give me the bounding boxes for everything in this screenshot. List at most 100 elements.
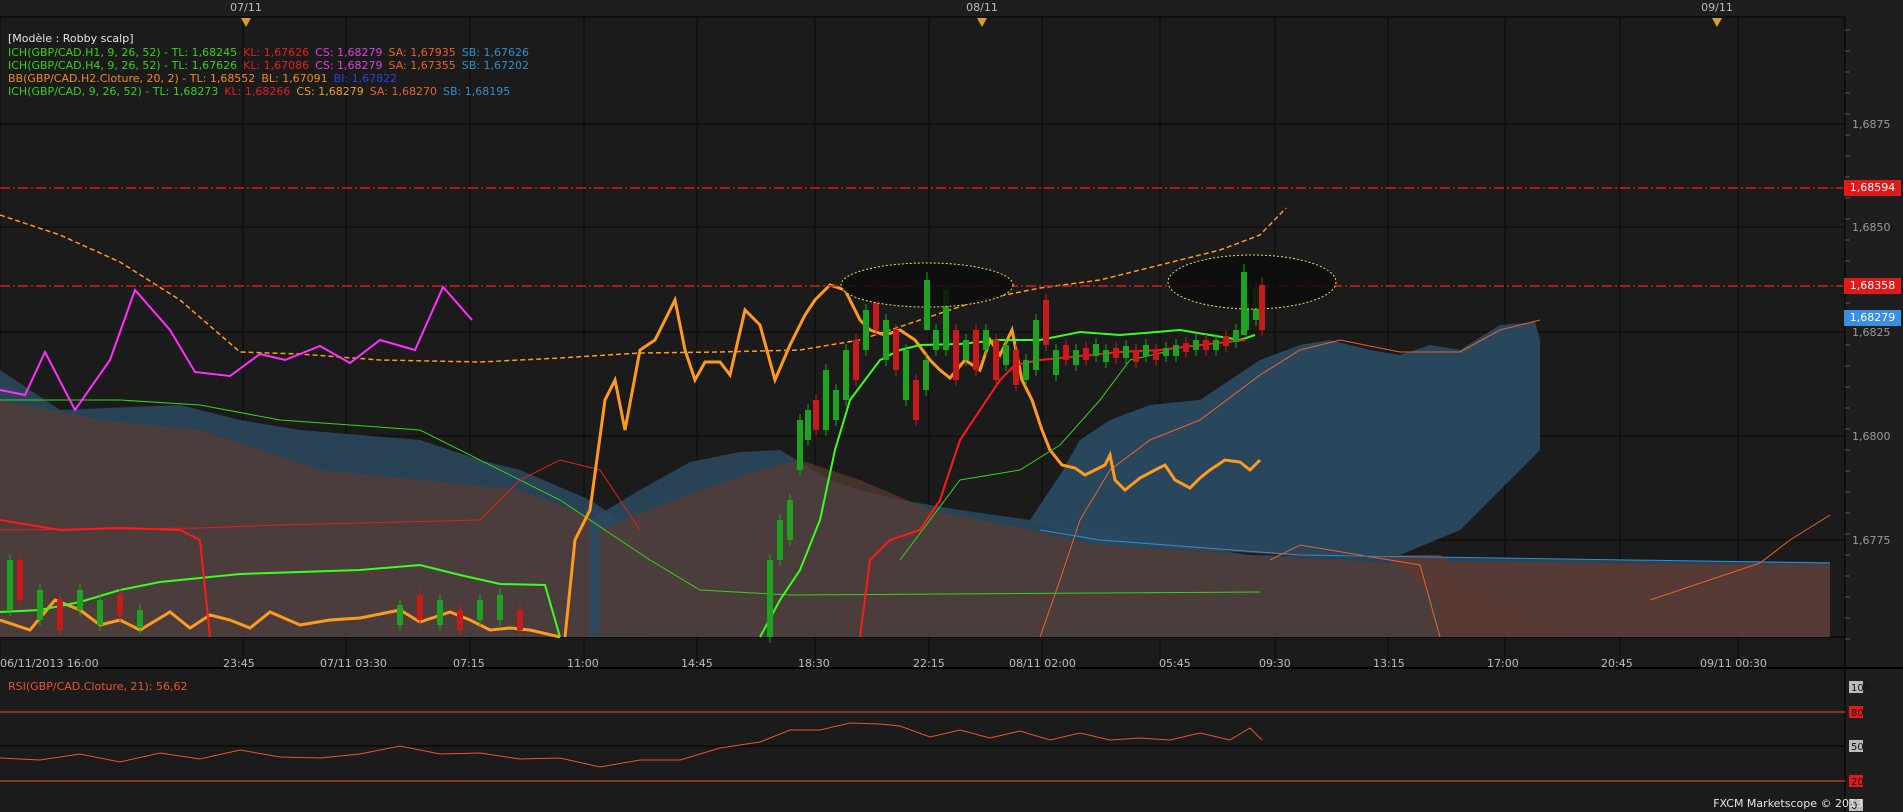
legend-value: CS: 1,68279 — [296, 85, 364, 98]
candle-body — [1033, 320, 1039, 370]
rsi-level-label: 50 — [1851, 742, 1864, 753]
candle-body — [1093, 344, 1099, 356]
time-tick-label: 22:15 — [913, 657, 945, 670]
chart-background — [0, 0, 1903, 812]
candle-body — [1259, 285, 1265, 330]
time-tick-label: 08/11 02:00 — [1009, 657, 1076, 670]
candle-body — [137, 610, 143, 628]
legend-value: KL: 1,67086 — [243, 59, 310, 72]
candle-body — [787, 500, 793, 540]
indicator-legend-row[interactable]: ICH(GBP/CAD.H1, 9, 26, 52) - TL: 1,68245… — [8, 46, 535, 59]
candle-body — [1143, 345, 1149, 356]
candle-body — [913, 380, 919, 420]
legend-value: SA: 1,67355 — [388, 59, 456, 72]
candle-body — [953, 330, 959, 380]
legend-value: ICH(GBP/CAD.H4, 9, 26, 52) - TL: 1,67626 — [8, 59, 238, 72]
time-tick-label: 17:00 — [1487, 657, 1519, 670]
current-price-marker: 1,68279 — [1844, 310, 1901, 326]
candle-body — [983, 330, 989, 350]
price-tick-label: 1,6800 — [1852, 430, 1891, 443]
legend-value: KL: 1,68266 — [224, 85, 291, 98]
legend-value: SA: 1,67935 — [388, 46, 456, 59]
candle-body — [1013, 350, 1019, 385]
candle-body — [993, 340, 999, 380]
candle-body — [77, 590, 83, 610]
candle-body — [883, 320, 889, 360]
legend-value: BB(GBP/CAD.H2.Cloture, 20, 2) - TL: 1,68… — [8, 72, 256, 85]
time-tick-label: 18:30 — [798, 657, 830, 670]
candle-body — [933, 330, 939, 350]
candle-body — [1103, 350, 1109, 362]
candle-body — [1123, 346, 1129, 358]
candle-body — [477, 600, 483, 620]
candle-body — [1223, 336, 1229, 346]
candle-body — [497, 595, 503, 620]
candle-body — [924, 280, 930, 330]
candle-body — [863, 310, 869, 350]
candle-body — [417, 595, 423, 620]
candle-body — [1023, 360, 1029, 380]
candle-body — [1203, 340, 1209, 350]
candle-body — [873, 300, 879, 330]
price-level-resistance: 1,68358 — [1844, 278, 1901, 294]
candle-body — [437, 600, 443, 625]
time-tick-label: 14:45 — [681, 657, 713, 670]
candle-body — [767, 560, 773, 637]
candle-body — [893, 330, 899, 370]
time-tick-label: 06/11/2013 16:00 — [0, 657, 99, 670]
price-tick-label: 1,6850 — [1852, 221, 1891, 234]
rsi-level-label: 100 — [1851, 683, 1870, 694]
price-tick-label: 1,6825 — [1852, 326, 1891, 339]
legend-value: BL: 1,67091 — [261, 72, 328, 85]
candle-body — [777, 520, 783, 560]
time-tick-label: 07/11 03:30 — [320, 657, 387, 670]
time-tick-label: 23:45 — [223, 657, 255, 670]
time-tick-label: 11:00 — [567, 657, 599, 670]
candle-body — [963, 340, 969, 360]
candle-body — [57, 600, 63, 630]
candle-body — [457, 610, 463, 630]
candle-body — [1133, 350, 1139, 362]
candle-body — [1073, 350, 1079, 365]
price-tick-label: 1,6775 — [1852, 534, 1891, 547]
indicator-legend-row[interactable]: ICH(GBP/CAD, 9, 26, 52) - TL: 1,68273 KL:… — [8, 85, 516, 98]
candle-body — [1241, 272, 1247, 335]
rsi-title: RSI(GBP/CAD.Cloture, 21): 56,62 — [8, 680, 188, 693]
top-date-bar — [0, 0, 1845, 17]
candle-body — [1113, 348, 1119, 358]
candle-body — [1063, 345, 1069, 360]
candle-body — [37, 590, 43, 620]
indicator-legend-row[interactable]: BB(GBP/CAD.H2.Cloture, 20, 2) - TL: 1,68… — [8, 72, 403, 85]
candle-body — [17, 560, 23, 600]
candle-body — [1193, 340, 1199, 350]
candle-body — [97, 600, 103, 625]
highlight-ellipse — [1167, 254, 1337, 310]
price-tick-label: 1,6875 — [1852, 118, 1891, 131]
candle-body — [117, 595, 123, 615]
time-tick-label: 05:45 — [1159, 657, 1191, 670]
candle-body — [805, 410, 811, 440]
candle-body — [1003, 345, 1009, 365]
candle-body — [1053, 350, 1059, 375]
legend-value: KL: 1,67626 — [243, 46, 310, 59]
candle-body — [397, 605, 403, 625]
candle-body — [1213, 340, 1219, 350]
candle-body — [813, 400, 819, 430]
candle-body — [1233, 330, 1239, 342]
candle-body — [1173, 345, 1179, 356]
chart-canvas[interactable]: 07/11 08/11 09/11 1,6875 1,6850 1,6825 1,6800 1… — [0, 0, 1903, 812]
legend-value: SB: 1,67626 — [461, 46, 529, 59]
time-tick-label: 09/11 00:30 — [1700, 657, 1767, 670]
date-label: 09/11 — [1701, 1, 1733, 14]
price-level-high: 1,68594 — [1844, 180, 1901, 196]
legend-value: SA: 1,68270 — [369, 85, 437, 98]
date-label: 07/11 — [230, 1, 262, 14]
legend-value: BI: 1,67822 — [333, 72, 398, 85]
candle-body — [1183, 343, 1189, 352]
candle-body — [833, 390, 839, 420]
candle-body — [1153, 350, 1159, 360]
candle-body — [797, 420, 803, 470]
indicator-legend-row[interactable]: ICH(GBP/CAD.H4, 9, 26, 52) - TL: 1,67626… — [8, 59, 535, 72]
candle-body — [923, 360, 929, 390]
legend-value: SB: 1,68195 — [442, 85, 511, 98]
